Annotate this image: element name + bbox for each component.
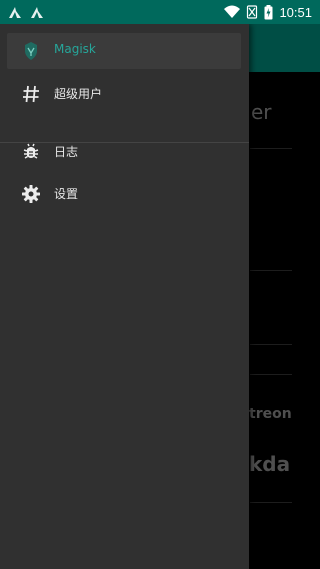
nav-label: 设置 [54, 187, 79, 201]
nav-item-magisk[interactable]: Magisk [7, 33, 241, 69]
nav-item-superuser[interactable]: 超级用户 [7, 76, 241, 112]
battery-charging-icon [264, 4, 273, 19]
status-bar: 10:51 [0, 0, 320, 24]
nav-label: 日志 [54, 145, 79, 159]
nav-label: Magisk [54, 42, 96, 56]
nav-item-settings[interactable]: 设置 [7, 176, 241, 212]
bug-icon [23, 143, 39, 159]
nav-label: 超级用户 [54, 87, 103, 101]
magisk-icon [25, 42, 37, 60]
navigation-drawer: Magisk 超级用户 日志 设置 [0, 24, 249, 569]
gear-icon [22, 185, 40, 203]
clock: 10:51 [279, 4, 312, 20]
notification-icon [31, 7, 43, 18]
wifi-icon [224, 5, 241, 18]
notification-icon [9, 7, 21, 18]
nav-item-log[interactable]: 日志 [7, 134, 241, 170]
no-sim-icon [247, 5, 258, 19]
hash-icon [23, 85, 39, 103]
